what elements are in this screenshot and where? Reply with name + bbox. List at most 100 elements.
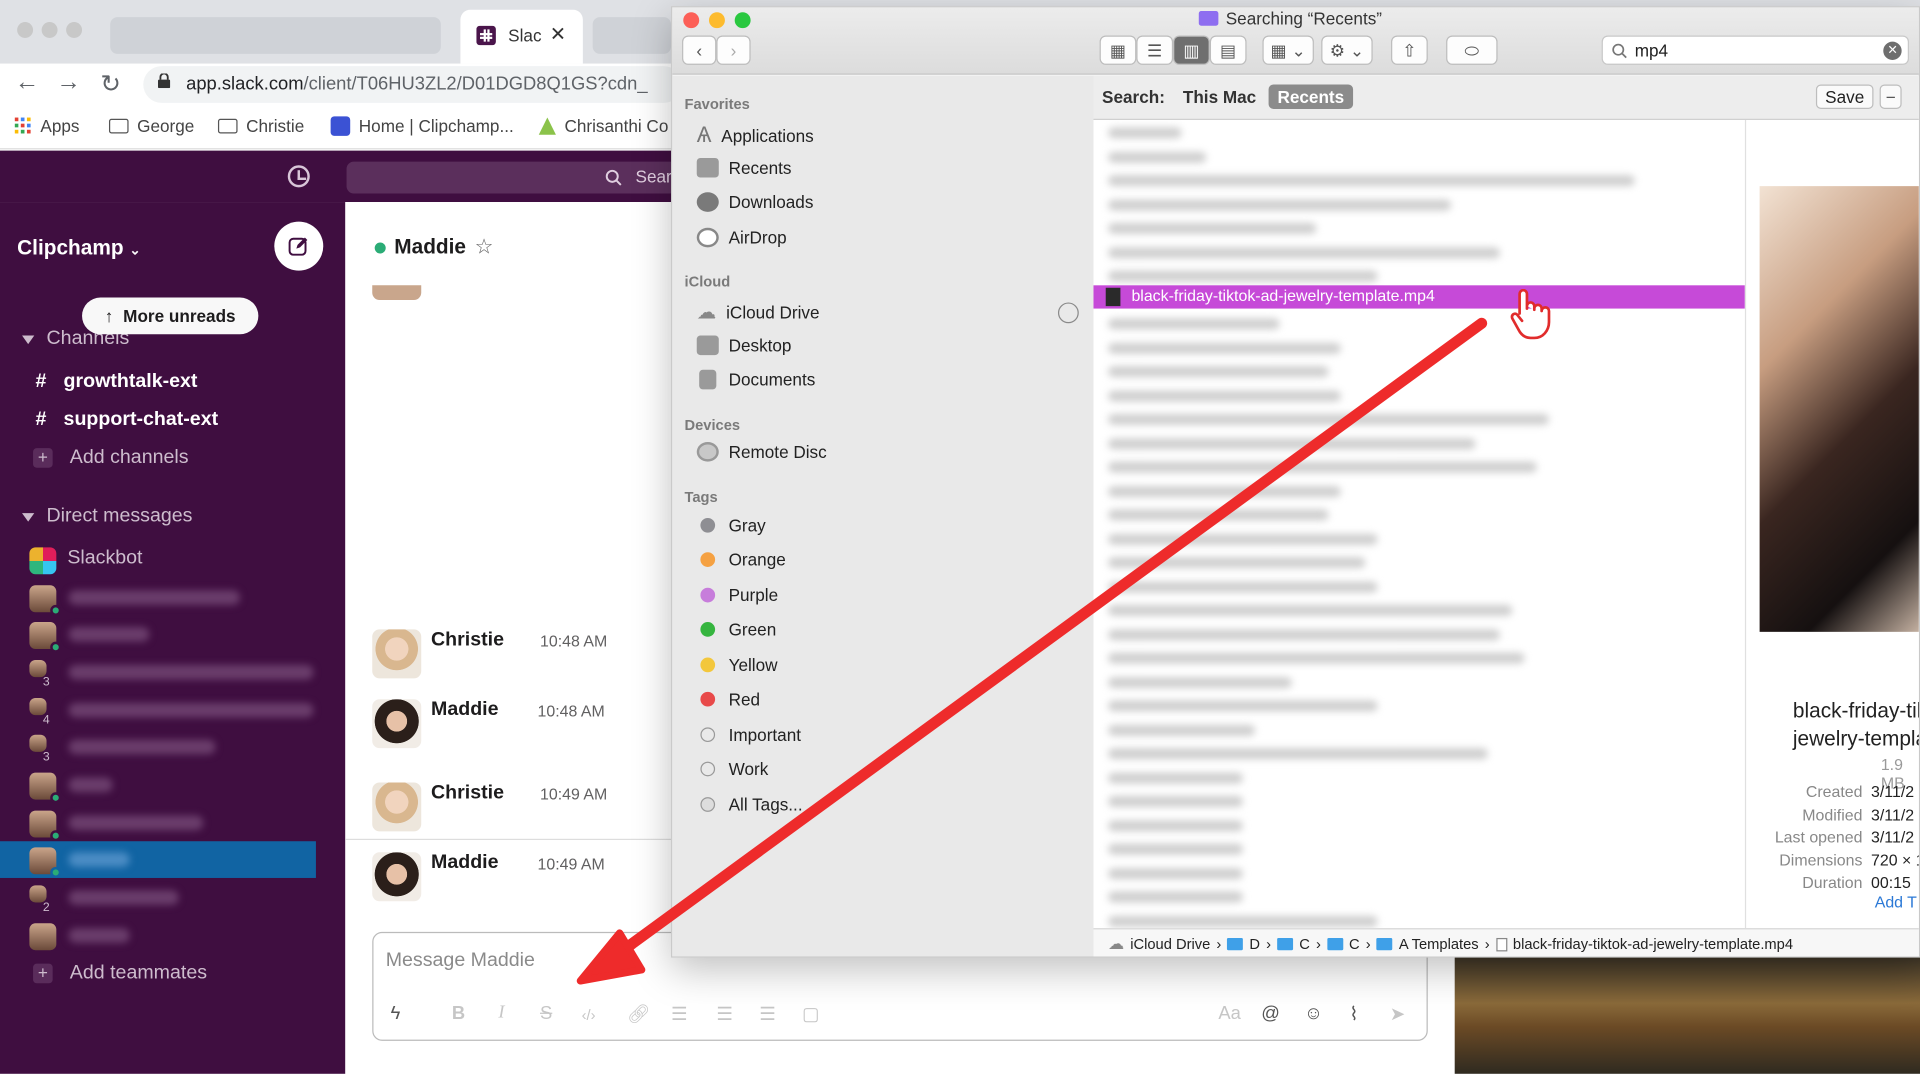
- browser-tab-slack[interactable]: Slac ✕: [460, 9, 583, 64]
- zoom-window-button[interactable]: [66, 22, 83, 38]
- list-item[interactable]: [1108, 175, 1635, 187]
- selected-file-row[interactable]: black-friday-tiktok-ad-jewelry-template.…: [1093, 285, 1745, 309]
- minimize-window-button[interactable]: [41, 22, 58, 38]
- save-search-button[interactable]: Save: [1815, 84, 1874, 109]
- finder-zoom-button[interactable]: [734, 12, 751, 29]
- action-gear-button[interactable]: ⚙ ⌄: [1321, 35, 1373, 65]
- list-view-button[interactable]: ☰: [1136, 35, 1174, 65]
- list-item[interactable]: [1108, 820, 1243, 832]
- list-item[interactable]: [1108, 199, 1452, 211]
- dm-item[interactable]: [0, 804, 345, 842]
- back-arrow-icon[interactable]: ←: [15, 69, 39, 97]
- back-button[interactable]: ‹: [682, 35, 717, 65]
- compose-button[interactable]: [274, 221, 324, 271]
- message-timestamp[interactable]: 10:48 AM: [540, 632, 607, 650]
- strikethrough-icon[interactable]: S: [540, 1003, 552, 1024]
- shortcuts-lightning-icon[interactable]: ϟ: [391, 1003, 401, 1024]
- emoji-icon[interactable]: ☺: [1304, 1003, 1323, 1024]
- dm-group-item[interactable]: 3: [0, 654, 345, 691]
- dm-item[interactable]: [0, 767, 345, 804]
- blockquote-icon[interactable]: ☰: [759, 1003, 775, 1025]
- bookmark-george[interactable]: George: [108, 116, 194, 136]
- sidebar-item-applications[interactable]: Ѧ Applications: [697, 122, 814, 148]
- list-item[interactable]: [1108, 438, 1476, 450]
- list-item[interactable]: [1108, 652, 1525, 664]
- message-item[interactable]: Maddie 10:49 AM: [372, 852, 666, 911]
- list-item[interactable]: [1108, 629, 1501, 641]
- message-author[interactable]: Christie: [431, 782, 504, 804]
- path-segment[interactable]: black-friday-tiktok-ad-jewelry-template.…: [1513, 936, 1793, 953]
- star-icon[interactable]: ☆: [475, 235, 494, 259]
- close-window-button[interactable]: [17, 22, 34, 38]
- workspace-name[interactable]: Clipchamp ⌄: [17, 236, 141, 260]
- bookmark-clipchamp[interactable]: Home | Clipchamp...: [330, 116, 514, 136]
- tab-close-icon[interactable]: ✕: [550, 22, 566, 46]
- list-item[interactable]: [1108, 677, 1292, 689]
- add-teammates-button[interactable]: + Add teammates: [33, 962, 207, 984]
- column-view-button[interactable]: ▥: [1173, 35, 1210, 65]
- bookmark-christie[interactable]: Christie: [217, 116, 304, 136]
- gallery-view-button[interactable]: ▤: [1209, 35, 1247, 65]
- list-item[interactable]: [1108, 486, 1341, 498]
- message-timestamp[interactable]: 10:49 AM: [538, 855, 605, 873]
- sidebar-item-remote-disc[interactable]: Remote Disc: [696, 442, 827, 462]
- list-item[interactable]: [1108, 915, 1378, 927]
- formatting-toggle[interactable]: Aa: [1218, 1003, 1240, 1024]
- finder-minimize-button[interactable]: [708, 12, 725, 29]
- sidebar-tag-green[interactable]: Green: [697, 620, 776, 639]
- sidebar-item-desktop[interactable]: Desktop: [696, 335, 791, 356]
- list-item[interactable]: [1108, 700, 1378, 712]
- slack-search-bar[interactable]: Sear: [346, 161, 678, 194]
- code-block-icon[interactable]: ▢: [802, 1003, 819, 1025]
- group-by-button[interactable]: ▦ ⌄: [1262, 35, 1314, 65]
- message-author[interactable]: Maddie: [431, 852, 499, 874]
- list-item[interactable]: [1108, 222, 1317, 234]
- list-item[interactable]: [1108, 461, 1537, 473]
- tags-button[interactable]: ⬭: [1446, 35, 1498, 65]
- background-tab[interactable]: [592, 17, 672, 54]
- list-item[interactable]: [1108, 270, 1378, 282]
- message-author[interactable]: Christie: [431, 629, 504, 651]
- add-tags-link[interactable]: Add T: [1875, 893, 1917, 911]
- list-item[interactable]: [1108, 604, 1513, 616]
- channel-header[interactable]: Maddie ☆: [374, 235, 494, 259]
- list-item[interactable]: [1108, 509, 1329, 521]
- forward-button[interactable]: ›: [716, 35, 751, 65]
- message-timestamp[interactable]: 10:48 AM: [538, 702, 605, 720]
- finder-search-field[interactable]: mp4 ✕: [1601, 35, 1909, 65]
- code-icon[interactable]: ‹/›: [582, 1007, 596, 1024]
- finder-close-button[interactable]: [683, 12, 700, 29]
- list-item[interactable]: [1108, 247, 1501, 259]
- message-author[interactable]: Maddie: [431, 699, 499, 721]
- dm-item[interactable]: [0, 616, 345, 653]
- list-item[interactable]: [1108, 127, 1182, 139]
- background-tabs[interactable]: [110, 17, 441, 54]
- bookmark-chrisanthi[interactable]: Chrisanthi Co: [538, 116, 668, 136]
- path-segment[interactable]: D: [1249, 936, 1260, 953]
- history-clock-icon[interactable]: [287, 165, 310, 188]
- dm-item-active-maddie[interactable]: [0, 841, 316, 878]
- path-segment[interactable]: iCloud Drive: [1130, 936, 1210, 953]
- message-item[interactable]: Christie 10:49 AM: [372, 782, 666, 841]
- bold-icon[interactable]: B: [452, 1003, 465, 1024]
- sidebar-item-recents[interactable]: Recents: [696, 157, 791, 178]
- dm-slackbot[interactable]: Slackbot: [0, 541, 345, 578]
- remove-criteria-button[interactable]: −: [1879, 84, 1902, 109]
- path-segment[interactable]: C: [1299, 936, 1310, 953]
- bulleted-list-icon[interactable]: ☰: [716, 1003, 732, 1025]
- sidebar-tag-all[interactable]: All Tags...: [697, 795, 803, 814]
- list-item[interactable]: [1108, 724, 1256, 736]
- list-item[interactable]: [1108, 891, 1243, 903]
- list-item[interactable]: [1108, 557, 1366, 569]
- share-button[interactable]: ⇧: [1391, 35, 1428, 65]
- dm-item-self[interactable]: [0, 917, 345, 954]
- sidebar-tag-purple[interactable]: Purple: [697, 585, 778, 605]
- dm-group-item[interactable]: 3: [0, 729, 345, 766]
- sidebar-tag-gray[interactable]: Gray: [697, 516, 766, 535]
- list-item[interactable]: [1108, 748, 1488, 760]
- dm-group-item[interactable]: 4: [0, 692, 345, 729]
- list-item[interactable]: [1108, 390, 1341, 402]
- message-item[interactable]: Maddie 10:48 AM: [372, 699, 666, 758]
- clear-search-icon[interactable]: ✕: [1883, 41, 1902, 61]
- list-item[interactable]: [1108, 151, 1207, 163]
